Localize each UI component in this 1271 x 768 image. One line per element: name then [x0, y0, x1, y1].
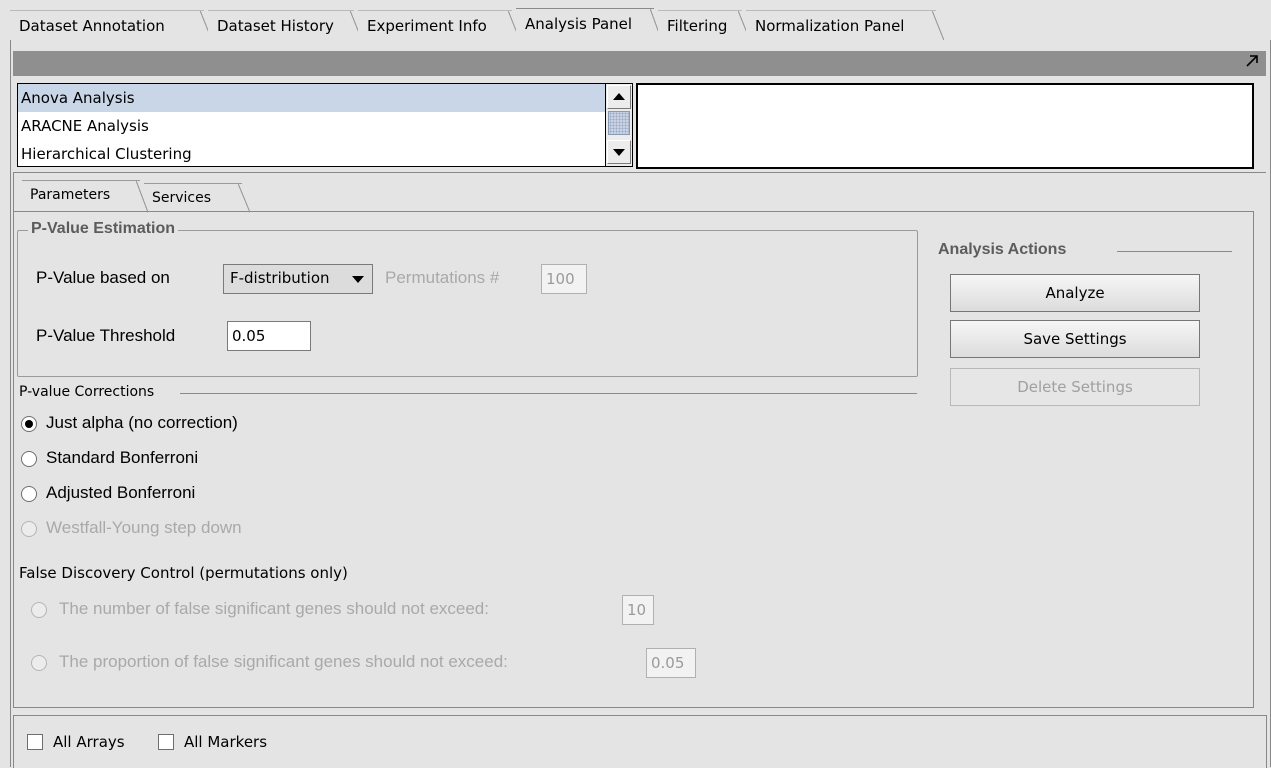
- fdc-number-field[interactable]: 10: [622, 595, 654, 625]
- sub-tab-strip: Parameters Services: [22, 180, 422, 213]
- all-arrays-checkbox[interactable]: [27, 734, 43, 750]
- tab-experiment-info[interactable]: Experiment Info: [358, 10, 520, 41]
- scroll-down-button[interactable]: [607, 140, 631, 164]
- scroll-thumb[interactable]: [608, 111, 630, 135]
- tab-dataset-annotation[interactable]: Dataset Annotation: [10, 10, 212, 41]
- tab-label: Experiment Info: [367, 17, 487, 35]
- fdc-title: False Discovery Control (permutations on…: [19, 564, 348, 582]
- tab-filtering[interactable]: Filtering: [658, 10, 750, 41]
- tab-dataset-history[interactable]: Dataset History: [208, 10, 362, 41]
- corrections-title: P-value Corrections: [19, 384, 155, 400]
- analysis-list-scrollbar[interactable]: [605, 83, 633, 167]
- radio-adjusted-bonferroni-label: Adjusted Bonferroni: [46, 483, 196, 502]
- tab-services[interactable]: Services: [144, 183, 250, 213]
- radio-fdc-number[interactable]: [31, 602, 47, 618]
- tab-parameters[interactable]: Parameters: [22, 180, 148, 213]
- tab-label: Normalization Panel: [755, 17, 905, 35]
- arrow-down-icon: [613, 149, 625, 156]
- save-settings-button[interactable]: Save Settings: [950, 320, 1200, 358]
- permutations-label: Permutations #: [385, 268, 500, 287]
- tab-label: Services: [152, 190, 212, 206]
- top-tab-strip: Dataset Annotation Dataset History Exper…: [10, 6, 1271, 42]
- tab-label: Filtering: [667, 17, 728, 35]
- chevron-down-icon: [352, 276, 364, 283]
- radio-standard-bonferroni[interactable]: [21, 451, 37, 467]
- pvalue-threshold-field[interactable]: 0.05: [227, 321, 311, 351]
- all-arrays-label: All Arrays: [53, 733, 125, 751]
- analysis-description-box: [636, 83, 1254, 169]
- tab-analysis-panel[interactable]: Analysis Panel: [516, 8, 662, 42]
- pvalue-estimation-title: P-Value Estimation: [28, 220, 179, 238]
- radio-fdc-proportion[interactable]: [31, 655, 47, 671]
- corrections-separator: [180, 393, 917, 394]
- analyze-button[interactable]: Analyze: [950, 274, 1200, 312]
- radio-westfall-young[interactable]: [21, 521, 37, 537]
- radio-just-alpha-label: Just alpha (no correction): [46, 413, 238, 432]
- radio-adjusted-bonferroni[interactable]: [21, 486, 37, 502]
- tab-label: Dataset Annotation: [19, 17, 165, 35]
- radio-westfall-young-label: Westfall-Young step down: [46, 518, 242, 537]
- arrow-up-icon: [613, 93, 625, 100]
- all-markers-checkbox[interactable]: [158, 734, 174, 750]
- actions-separator: [1117, 251, 1232, 252]
- tab-label: Parameters: [30, 187, 111, 203]
- delete-settings-button[interactable]: Delete Settings: [950, 368, 1200, 406]
- fdc-proportion-label: The proportion of false significant gene…: [59, 652, 508, 671]
- permutations-field[interactable]: 100: [541, 264, 587, 294]
- list-item-anova[interactable]: Anova Analysis: [18, 84, 606, 112]
- fdc-proportion-field[interactable]: 0.05: [646, 648, 696, 678]
- all-markers-label: All Markers: [184, 733, 268, 751]
- select-value: F-distribution: [230, 269, 330, 287]
- pvalue-estimation-group: [17, 230, 918, 377]
- analysis-actions-title: Analysis Actions: [938, 241, 1067, 258]
- tab-label: Analysis Panel: [525, 15, 633, 33]
- list-item-aracne[interactable]: ARACNE Analysis: [18, 112, 606, 140]
- pvalue-distribution-select[interactable]: F-distribution: [223, 264, 373, 294]
- analysis-list[interactable]: Anova Analysis ARACNE Analysis Hierarchi…: [17, 83, 607, 167]
- scroll-up-button[interactable]: [607, 85, 631, 109]
- fdc-number-label: The number of false significant genes sh…: [59, 599, 489, 618]
- tab-label: Dataset History: [217, 17, 334, 35]
- pvalue-based-on-label: P-Value based on: [36, 268, 170, 287]
- radio-standard-bonferroni-label: Standard Bonferroni: [46, 448, 199, 467]
- panel-header-bar: [13, 51, 1266, 76]
- pvalue-threshold-label: P-Value Threshold: [36, 326, 176, 345]
- expand-arrow-icon[interactable]: [1244, 53, 1260, 69]
- tab-normalization-panel[interactable]: Normalization Panel: [746, 10, 944, 41]
- list-item-hierarchical-clustering[interactable]: Hierarchical Clustering: [18, 140, 606, 168]
- radio-just-alpha[interactable]: [21, 416, 37, 432]
